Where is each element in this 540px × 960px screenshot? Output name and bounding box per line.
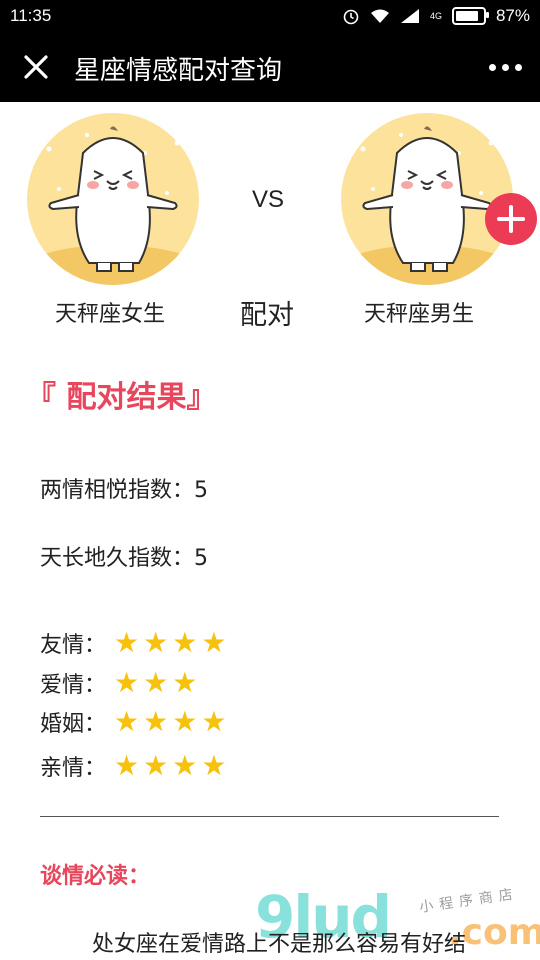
star-icon: ★ [172, 626, 198, 659]
result-title: 『 配对结果』 [26, 380, 217, 415]
more-dots-icon[interactable] [488, 58, 522, 76]
status-bar: 11:35 4G 87% [0, 0, 540, 32]
wifi-icon [370, 9, 389, 23]
star-icon: ★ [143, 626, 169, 659]
avatar-female[interactable] [27, 113, 199, 285]
star-icon: ★ [114, 705, 140, 738]
network-label: 4G [429, 11, 442, 21]
rating-label: 爱情： [40, 673, 107, 698]
star-icon: ★ [201, 705, 227, 738]
star-icon: ★ [172, 666, 198, 699]
add-button[interactable] [485, 193, 537, 245]
cartoon-dog-icon [27, 126, 199, 285]
battery-icon [451, 7, 489, 25]
battery-text: 87% [495, 6, 530, 25]
star-icon: ★ [172, 749, 198, 782]
close-icon[interactable] [18, 49, 54, 85]
star-rating: ★ ★ ★ [114, 669, 197, 697]
star-icon: ★ [201, 626, 227, 659]
section-text: 处女座在爱情路上不是那么容易有好结 [92, 932, 467, 957]
rating-friendship: 友情： ★ ★ ★ ★ [40, 628, 226, 659]
rating-label: 婚姻： [40, 712, 107, 737]
star-icon: ★ [143, 705, 169, 738]
star-rating: ★ ★ ★ ★ [114, 752, 226, 780]
rating-love: 爱情： ★ ★ ★ [40, 668, 197, 699]
metric-everlasting: 天长地久指数：5 [40, 546, 208, 571]
star-icon: ★ [114, 666, 140, 699]
female-sign-label[interactable]: 天秤座女生 [55, 296, 165, 328]
avatar-male[interactable] [341, 113, 513, 285]
alarm-icon [343, 9, 359, 25]
star-rating: ★ ★ ★ ★ [114, 629, 226, 657]
cartoon-dog-icon [341, 126, 513, 285]
vs-label: VS [252, 186, 285, 213]
pair-label: 配对 [240, 300, 294, 331]
star-icon: ★ [114, 626, 140, 659]
male-sign-label[interactable]: 天秤座男生 [364, 296, 474, 328]
star-rating: ★ ★ ★ ★ [114, 708, 226, 736]
star-icon: ★ [201, 749, 227, 782]
rating-label: 亲情： [40, 756, 107, 781]
rating-family: 亲情： ★ ★ ★ ★ [40, 751, 226, 782]
status-icons: 4G 87% [342, 6, 530, 26]
page-title: 星座情感配对查询 [74, 56, 283, 86]
star-icon: ★ [143, 749, 169, 782]
title-bar: 星座情感配对查询 [0, 32, 540, 102]
star-icon: ★ [143, 666, 169, 699]
divider [40, 816, 499, 817]
metric-mutual-affection: 两情相悦指数：5 [40, 478, 208, 503]
star-icon: ★ [172, 705, 198, 738]
section-title: 谈情必读： [40, 864, 151, 889]
star-icon: ★ [114, 749, 140, 782]
signal-icon [400, 9, 419, 23]
rating-label: 友情： [40, 633, 107, 658]
rating-marriage: 婚姻： ★ ★ ★ ★ [40, 707, 226, 738]
status-time: 11:35 [10, 6, 52, 25]
